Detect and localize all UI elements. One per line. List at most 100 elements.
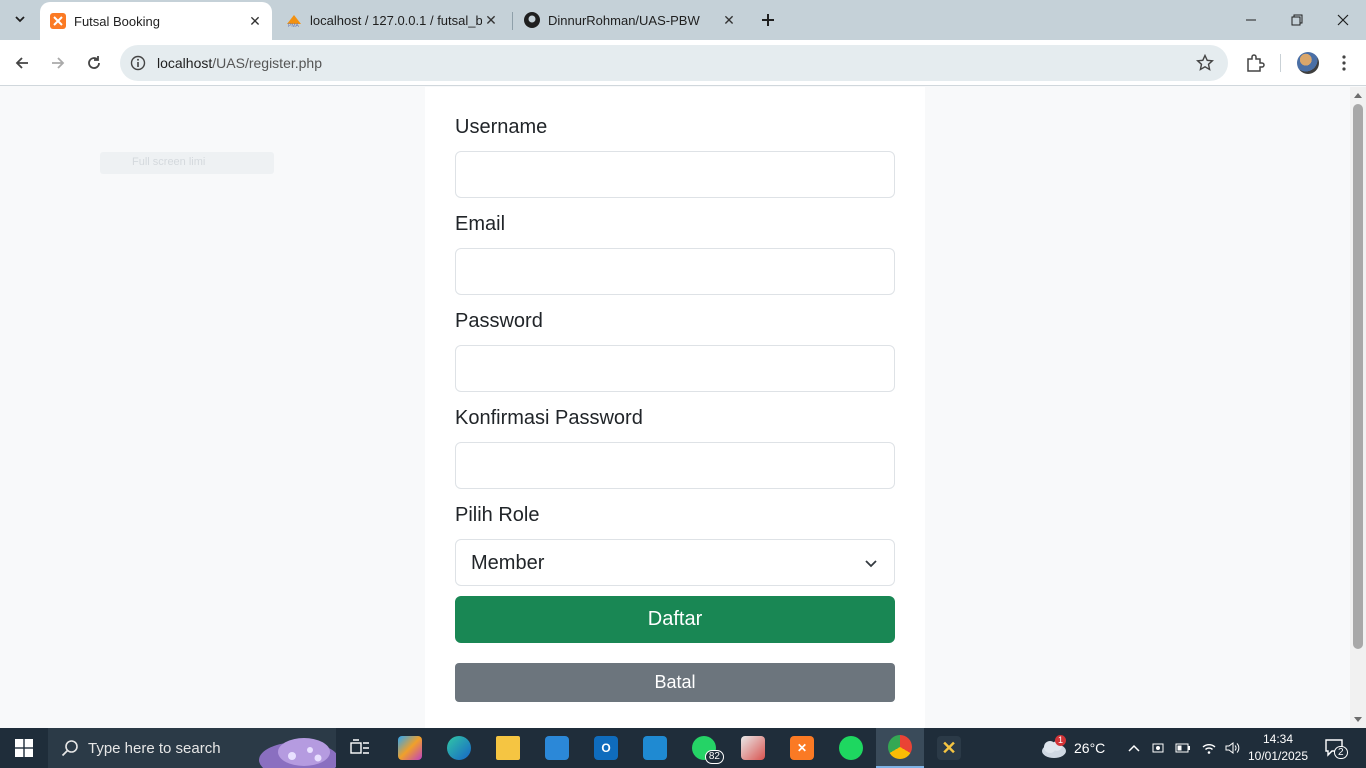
chevron-down-icon xyxy=(865,560,877,568)
minimize-icon xyxy=(1246,19,1256,21)
close-window-button[interactable] xyxy=(1320,0,1366,40)
password-input[interactable] xyxy=(455,345,895,392)
xampp-favicon-icon xyxy=(50,13,66,29)
arrow-right-icon xyxy=(52,57,65,69)
puzzle-icon xyxy=(1247,54,1265,72)
task-view-button[interactable] xyxy=(336,728,384,768)
tab-futsal-booking[interactable]: Futsal Booking ✕ xyxy=(40,2,272,40)
taskbar-outlook[interactable]: O xyxy=(582,728,630,768)
taskbar-edge[interactable] xyxy=(435,728,483,768)
weather-temperature: 26°C xyxy=(1074,740,1106,756)
outlook-icon: O xyxy=(594,736,618,760)
meet-now-icon[interactable] xyxy=(1151,741,1165,755)
notification-count-badge: 2 xyxy=(1334,746,1348,759)
address-bar[interactable]: localhost/UAS/register.php xyxy=(120,45,1228,81)
menu-button[interactable] xyxy=(1333,52,1355,74)
plus-icon xyxy=(762,14,774,26)
confirm-password-input[interactable] xyxy=(455,442,895,489)
register-button[interactable]: Daftar xyxy=(455,596,895,643)
taskbar-file-explorer[interactable] xyxy=(484,728,532,768)
weather-widget[interactable]: 1 26°C xyxy=(1040,728,1105,768)
email-label: Email xyxy=(455,213,506,235)
url-host: localhost xyxy=(157,55,213,71)
taskbar-xampp-control[interactable]: ✕ xyxy=(925,728,973,768)
tab-title: localhost / 127.0.0.1 / futsal_bo xyxy=(310,12,482,28)
folder-icon xyxy=(496,736,520,760)
whatsapp-unread-badge: 82 xyxy=(704,750,724,764)
chrome-icon xyxy=(888,735,912,759)
scrollbar-thumb[interactable] xyxy=(1353,104,1363,649)
role-label: Pilih Role xyxy=(455,504,540,526)
copilot-icon xyxy=(398,736,422,760)
taskbar-store[interactable] xyxy=(533,728,581,768)
taskbar-paint[interactable] xyxy=(729,728,777,768)
tab-phpmyadmin[interactable]: PMA localhost / 127.0.0.1 / futsal_bo ✕ xyxy=(276,0,508,40)
chevron-down-icon xyxy=(15,16,25,23)
role-select[interactable]: Member xyxy=(455,539,895,586)
taskbar-copilot[interactable] xyxy=(386,728,434,768)
windows-logo-icon xyxy=(15,739,33,757)
tab-github[interactable]: DinnurRohman/UAS-PBW ✕ xyxy=(514,0,746,40)
taskbar-vscode[interactable] xyxy=(631,728,679,768)
clock-time: 14:34 xyxy=(1262,732,1294,746)
role-select-value: Member xyxy=(471,552,545,574)
taskbar-search[interactable]: Type here to search xyxy=(48,728,336,768)
task-view-icon xyxy=(350,739,369,754)
username-input[interactable] xyxy=(455,151,895,198)
volume-icon[interactable] xyxy=(1225,741,1241,755)
store-icon xyxy=(545,736,569,760)
taskbar-spotify[interactable] xyxy=(827,728,875,768)
scroll-down-arrow-icon[interactable] xyxy=(1354,717,1362,722)
email-input[interactable] xyxy=(455,248,895,295)
toolbar-separator xyxy=(1280,54,1281,72)
restore-icon xyxy=(1291,14,1303,26)
tab-strip: Futsal Booking ✕ PMA localhost / 127.0.0… xyxy=(0,0,1366,40)
phpmyadmin-favicon-icon: PMA xyxy=(286,12,302,28)
page-scrollbar[interactable] xyxy=(1350,87,1366,728)
tab-search-button[interactable] xyxy=(7,6,33,32)
extensions-button[interactable] xyxy=(1244,52,1266,74)
start-button[interactable] xyxy=(0,728,48,768)
close-icon xyxy=(1337,14,1349,26)
site-info-icon[interactable] xyxy=(129,54,147,72)
new-tab-button[interactable] xyxy=(756,8,780,32)
svg-text:PMA: PMA xyxy=(288,23,300,28)
wifi-icon[interactable] xyxy=(1201,741,1217,755)
close-tab-icon[interactable]: ✕ xyxy=(482,11,500,29)
cancel-button[interactable]: Batal xyxy=(455,663,895,702)
close-tab-icon[interactable]: ✕ xyxy=(720,11,738,29)
notification-center-button[interactable]: 2 xyxy=(1324,738,1348,759)
back-button[interactable] xyxy=(8,49,36,77)
taskbar-chrome[interactable] xyxy=(876,728,924,768)
close-tab-icon[interactable]: ✕ xyxy=(246,12,264,30)
forward-button[interactable] xyxy=(44,49,72,77)
scroll-up-arrow-icon[interactable] xyxy=(1354,93,1362,98)
arrow-left-icon xyxy=(15,57,28,69)
clock-date: 10/01/2025 xyxy=(1247,749,1309,763)
url-text[interactable]: localhost/UAS/register.php xyxy=(157,55,322,71)
vscode-icon xyxy=(643,736,667,760)
windows-taskbar: Type here to search O 82 ✕ ✕ 1 26°C 14:3… xyxy=(0,728,1366,768)
xampp-control-icon: ✕ xyxy=(937,736,961,760)
chevron-up-icon[interactable] xyxy=(1127,743,1141,753)
tab-title: DinnurRohman/UAS-PBW xyxy=(548,12,700,28)
bookmark-star-icon[interactable] xyxy=(1196,54,1214,72)
taskbar-xampp[interactable]: ✕ xyxy=(778,728,826,768)
browser-toolbar: localhost/UAS/register.php xyxy=(0,40,1366,86)
edge-icon xyxy=(447,736,471,760)
reload-icon xyxy=(88,56,100,69)
tab-title: Futsal Booking xyxy=(74,13,160,29)
weather-alert-badge: 1 xyxy=(1055,735,1067,746)
username-label: Username xyxy=(455,116,548,138)
taskbar-whatsapp[interactable]: 82 xyxy=(680,728,728,768)
spotify-icon xyxy=(839,736,863,760)
profile-avatar[interactable] xyxy=(1297,52,1319,74)
github-favicon-icon xyxy=(524,12,540,28)
minimize-button[interactable] xyxy=(1228,0,1274,40)
search-highlight-icon xyxy=(259,738,336,768)
reload-button[interactable] xyxy=(80,49,108,77)
restore-button[interactable] xyxy=(1274,0,1320,40)
search-placeholder: Type here to search xyxy=(88,739,221,757)
taskbar-clock[interactable]: 14:34 10/01/2025 xyxy=(1244,731,1312,765)
battery-icon[interactable] xyxy=(1175,742,1191,754)
